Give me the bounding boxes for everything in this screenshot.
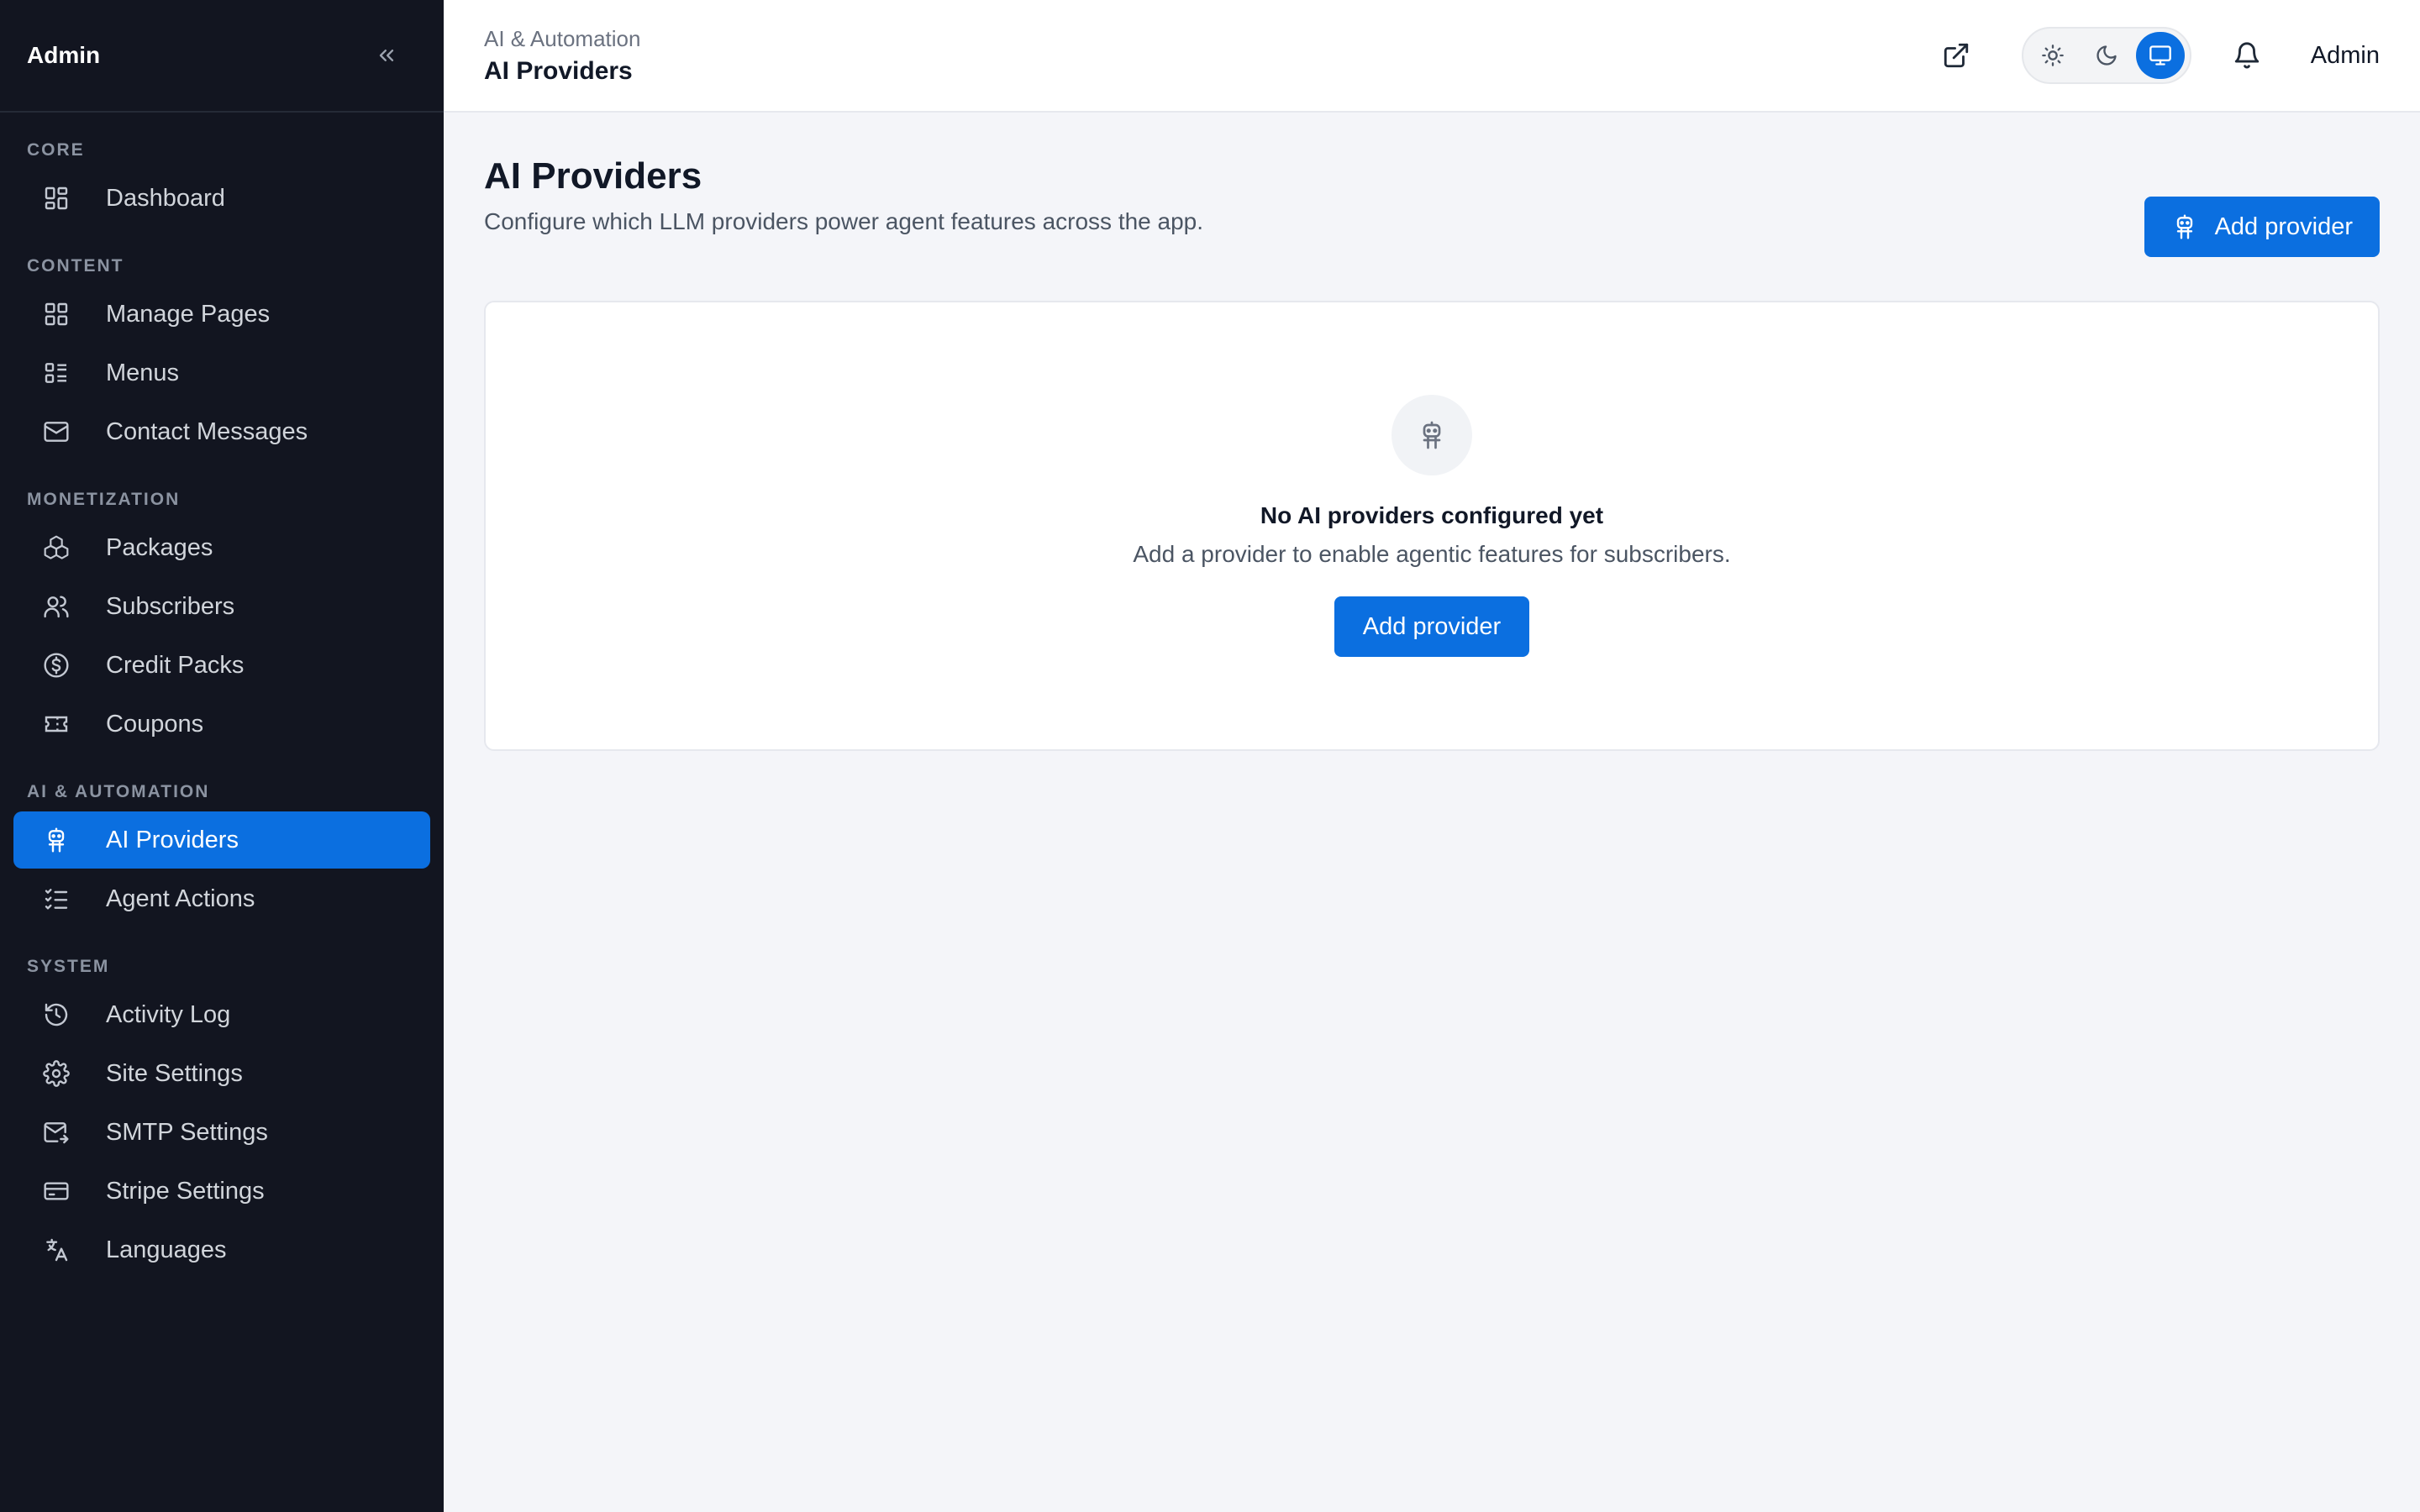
sidebar-item-credit-packs[interactable]: Credit Packs — [13, 637, 430, 694]
sidebar-item-activity-log[interactable]: Activity Log — [13, 986, 430, 1043]
sidebar-item-dashboard[interactable]: Dashboard — [13, 170, 430, 227]
empty-state-title: No AI providers configured yet — [1260, 502, 1604, 528]
sidebar-item-label: Dashboard — [106, 184, 225, 212]
sidebar-item-label: Agent Actions — [106, 885, 255, 912]
empty-add-provider-button[interactable]: Add provider — [1334, 596, 1530, 657]
dashboard-icon — [42, 184, 71, 213]
nav-section-label: CONTENT — [27, 256, 124, 276]
page-subtitle: Configure which LLM providers power agen… — [484, 208, 1204, 235]
sidebar-item-smtp-settings[interactable]: SMTP Settings — [13, 1104, 430, 1161]
mail-send-icon — [42, 1118, 71, 1147]
credit-card-icon — [42, 1177, 71, 1205]
theme-toggle — [2021, 27, 2191, 84]
ticket-icon — [42, 710, 71, 738]
sidebar-header: Admin — [0, 0, 444, 113]
sidebar-item-label: Subscribers — [106, 592, 235, 620]
nav-section-monetization: MONETIZATION Packages Subscribers Credit… — [13, 486, 430, 753]
sidebar-item-agent-actions[interactable]: Agent Actions — [13, 870, 430, 927]
dollar-circle-icon — [42, 651, 71, 680]
users-icon — [42, 592, 71, 621]
sidebar-item-label: Stripe Settings — [106, 1177, 265, 1205]
page-title: AI Providers — [484, 155, 702, 197]
main-content: AI Providers Configure which LLM provide… — [444, 114, 2420, 1512]
nav-section-system: SYSTEM Activity Log Site Settings SMTP S… — [13, 953, 430, 1278]
sidebar-brand: Admin — [27, 42, 101, 68]
monitor-icon[interactable] — [2135, 32, 2185, 79]
nav-section-label: MONETIZATION — [27, 490, 181, 509]
sidebar-item-label: Manage Pages — [106, 300, 271, 328]
topbar-actions: Admin — [1933, 27, 2380, 84]
translate-icon — [42, 1236, 71, 1264]
sidebar-item-menus[interactable]: Menus — [13, 344, 430, 402]
sidebar-item-stripe-settings[interactable]: Stripe Settings — [13, 1163, 430, 1220]
sidebar-item-label: SMTP Settings — [106, 1118, 268, 1146]
robot-icon — [2171, 213, 2198, 240]
sidebar-item-packages[interactable]: Packages — [13, 519, 430, 576]
empty-state-card: No AI providers configured yet Add a pro… — [484, 301, 2380, 751]
page-heading: AI Providers Configure which LLM provide… — [484, 155, 1204, 235]
nav-section-label: CORE — [27, 140, 85, 160]
sidebar-item-label: Packages — [106, 533, 213, 561]
external-link-icon[interactable] — [1933, 32, 1980, 79]
sidebar-item-subscribers[interactable]: Subscribers — [13, 578, 430, 635]
sidebar-item-contact-messages[interactable]: Contact Messages — [13, 403, 430, 460]
sidebar-item-label: Credit Packs — [106, 651, 245, 679]
nav-section-label: SYSTEM — [27, 957, 110, 976]
breadcrumb-current: AI Providers — [484, 56, 633, 85]
sidebar-item-label: Activity Log — [106, 1000, 231, 1028]
nav-section-core: CORE Dashboard — [13, 136, 430, 227]
page-header: AI Providers Configure which LLM provide… — [484, 114, 2380, 257]
sidebar-item-label: Coupons — [106, 710, 204, 738]
sidebar-item-label: Languages — [106, 1236, 227, 1263]
history-icon — [42, 1000, 71, 1029]
breadcrumb-parent[interactable]: AI & Automation — [484, 26, 640, 52]
sidebar: Admin CORE Dashboard CONTENT Manage Page… — [0, 0, 444, 1512]
sidebar-item-site-settings[interactable]: Site Settings — [13, 1045, 430, 1102]
sidebar-item-coupons[interactable]: Coupons — [13, 696, 430, 753]
sidebar-item-label: AI Providers — [106, 826, 239, 853]
bell-icon[interactable] — [2223, 32, 2270, 79]
add-provider-button[interactable]: Add provider — [2144, 197, 2380, 257]
empty-state-description: Add a provider to enable agentic feature… — [1133, 541, 1731, 567]
menu-list-icon — [42, 359, 71, 387]
gear-icon — [42, 1059, 71, 1088]
sidebar-item-languages[interactable]: Languages — [13, 1221, 430, 1278]
sidebar-item-label: Contact Messages — [106, 417, 308, 445]
checklist-icon — [42, 885, 71, 913]
sidebar-item-label: Site Settings — [106, 1059, 243, 1087]
collapse-sidebar-icon[interactable] — [370, 39, 403, 72]
sidebar-item-manage-pages[interactable]: Manage Pages — [13, 286, 430, 343]
grid-icon — [42, 300, 71, 328]
sidebar-item-ai-providers[interactable]: AI Providers — [13, 811, 430, 869]
mail-icon — [42, 417, 71, 446]
add-provider-label: Add provider — [2214, 213, 2353, 240]
sidebar-item-label: Menus — [106, 359, 180, 386]
nav-section-ai-automation: AI & AUTOMATION AI Providers Agent Actio… — [13, 778, 430, 927]
robot-icon — [42, 826, 71, 854]
nav-section-label: AI & AUTOMATION — [27, 782, 210, 801]
moon-icon[interactable] — [2082, 32, 2131, 79]
robot-icon — [1392, 395, 1472, 475]
topbar: AI & Automation AI Providers Admin — [444, 0, 2420, 113]
boxes-icon — [42, 533, 71, 562]
breadcrumb: AI & Automation AI Providers — [484, 26, 640, 86]
user-menu[interactable]: Admin — [2311, 42, 2380, 70]
sun-icon[interactable] — [2028, 32, 2077, 79]
sidebar-nav: CORE Dashboard CONTENT Manage Pages Menu… — [0, 113, 444, 1278]
nav-section-content: CONTENT Manage Pages Menus Contact Messa… — [13, 252, 430, 460]
